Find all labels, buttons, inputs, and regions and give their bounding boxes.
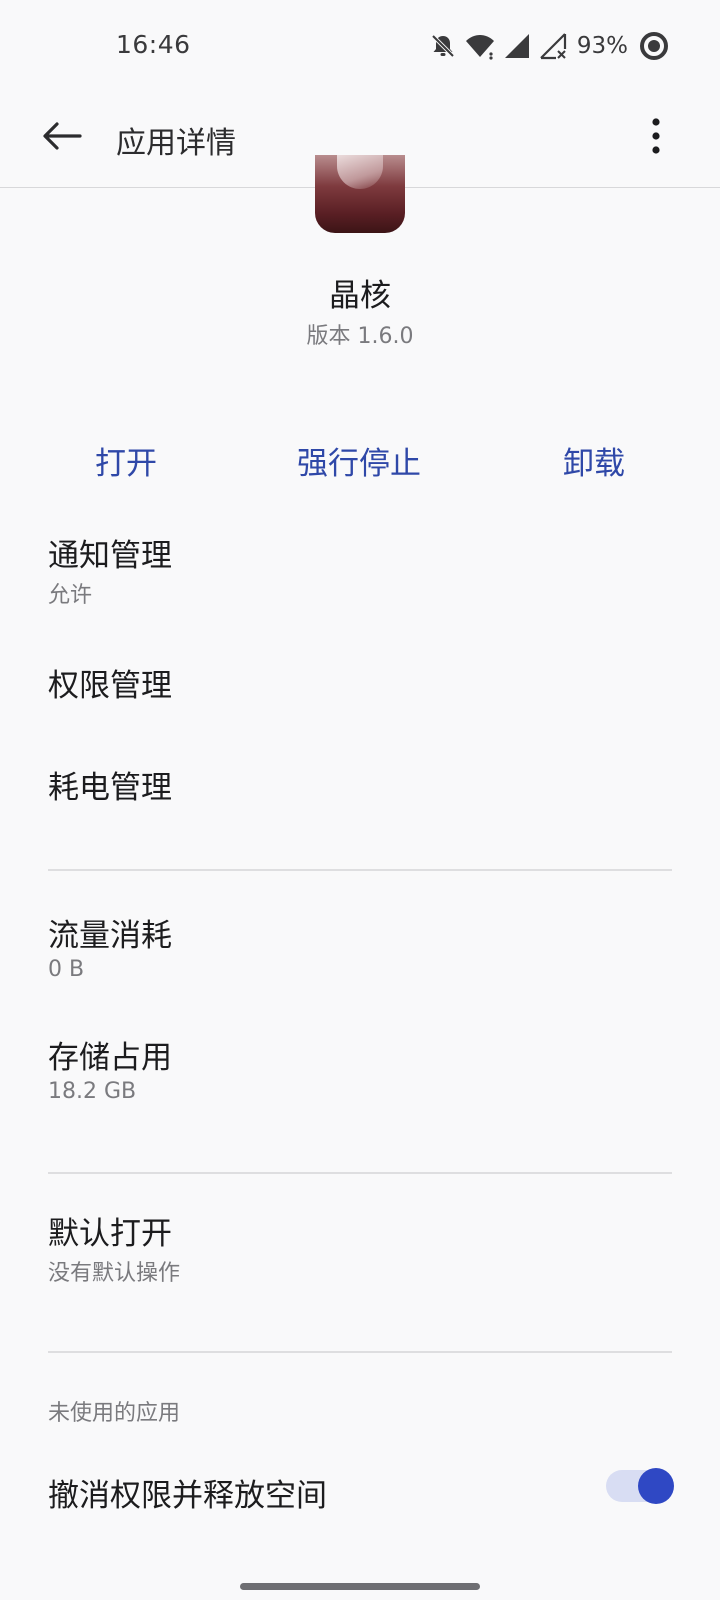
battery-ring-icon — [638, 30, 670, 62]
home-indicator[interactable] — [240, 1583, 480, 1590]
divider — [48, 869, 672, 871]
toggle-knob — [638, 1468, 674, 1504]
wifi-icon — [465, 32, 495, 60]
divider — [48, 1172, 672, 1174]
data-usage-value: 0 B — [48, 957, 85, 982]
cell-signal-icon — [503, 32, 531, 60]
app-name: 晶核 — [329, 278, 391, 314]
page-title: 应用详情 — [116, 126, 236, 161]
app-icon — [315, 155, 405, 233]
bell-off-icon — [429, 32, 457, 60]
status-icons: 93% — [429, 28, 670, 64]
app-details-screen: 16:46 93% 应用详情 晶核 版本 1.6.0 打开 强行停止 卸载 通知… — [0, 0, 720, 1600]
battery-usage-title: 耗电管理 — [48, 770, 172, 806]
open-button[interactable]: 打开 — [95, 438, 157, 483]
unused-apps-header: 未使用的应用 — [48, 1401, 181, 1426]
default-open-title: 默认打开 — [48, 1216, 172, 1252]
back-button[interactable] — [38, 114, 86, 162]
revoke-permissions-label: 撤消权限并释放空间 — [48, 1478, 327, 1514]
permissions-title: 权限管理 — [48, 668, 172, 704]
storage-value: 18.2 GB — [48, 1079, 137, 1104]
battery-percent: 93% — [576, 33, 628, 59]
data-usage-title: 流量消耗 — [48, 918, 172, 954]
cell-signal-off-icon — [539, 32, 567, 60]
status-time: 16:46 — [116, 30, 191, 59]
notifications-subtitle: 允许 — [48, 583, 93, 608]
force-stop-button[interactable]: 强行停止 — [297, 438, 421, 483]
notifications-title: 通知管理 — [48, 538, 172, 574]
uninstall-button[interactable]: 卸载 — [563, 438, 625, 483]
more-vertical-icon — [651, 118, 661, 158]
more-options-button[interactable] — [638, 114, 674, 162]
storage-title: 存储占用 — [48, 1040, 172, 1076]
revoke-permissions-toggle[interactable] — [606, 1468, 674, 1504]
divider — [48, 1351, 672, 1353]
default-open-subtitle: 没有默认操作 — [48, 1261, 181, 1286]
arrow-left-icon — [42, 121, 82, 155]
app-version: 版本 1.6.0 — [306, 324, 414, 349]
